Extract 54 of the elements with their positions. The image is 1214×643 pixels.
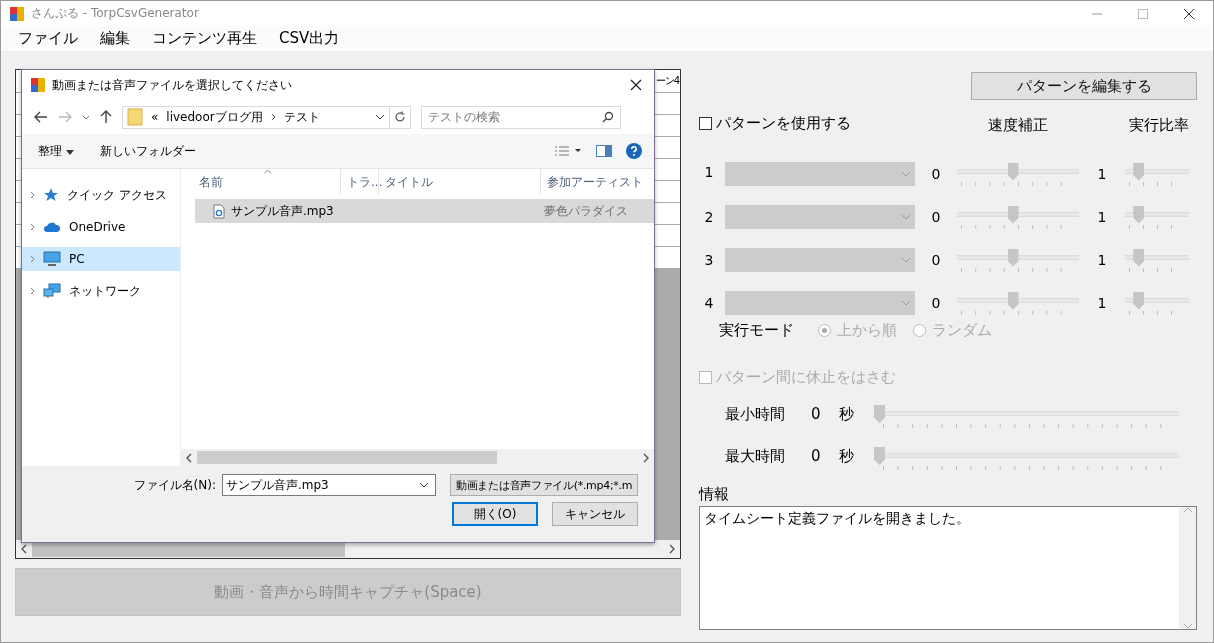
info-text-area[interactable]: タイムシート定義ファイルを開きました。 <box>699 506 1197 630</box>
column-header[interactable]: 参加アーティスト <box>541 169 643 195</box>
checkbox-label: パターン間に休止をはさむ <box>716 368 896 387</box>
run-mode-label: 実行モード <box>719 321 794 340</box>
nav-item[interactable]: クイック アクセス <box>22 183 180 207</box>
info-text: タイムシート定義ファイルを開きました。 <box>703 509 971 528</box>
time-value: 0 <box>811 405 822 423</box>
breadcrumb-item[interactable]: livedoorブログ用 <box>166 108 263 126</box>
ratio-value: 1 <box>1096 251 1108 268</box>
nav-item[interactable]: ネットワーク <box>22 279 180 303</box>
radio-label: 上から順 <box>837 321 897 340</box>
dialog-title: 動画または音声ファイルを選択してください <box>52 76 292 94</box>
row-number: 3 <box>703 251 715 268</box>
row-number: 4 <box>703 294 715 311</box>
unit-label: 秒 <box>839 446 855 466</box>
speed-value: 0 <box>930 208 942 225</box>
file-row[interactable]: サンプル音声.mp3 夢色パラダイス <box>195 199 654 223</box>
menu-item[interactable]: CSV出力 <box>271 29 348 49</box>
breadcrumb-item[interactable]: テスト <box>283 108 320 126</box>
column-header[interactable]: 名前 <box>181 169 341 195</box>
edit-pattern-button[interactable]: パターンを編集する <box>971 72 1197 100</box>
column-label: 実行比率 <box>1129 116 1189 135</box>
window-title: さんぷる - TorpCsvGenerator <box>31 5 199 23</box>
ratio-value: 1 <box>1096 208 1108 225</box>
filename-field[interactable]: サンプル音声.mp3 <box>222 474 436 496</box>
file-type-dropdown[interactable]: 動画または音声ファイル(*.mp4;*.m <box>450 474 638 496</box>
info-label: 情報 <box>699 485 730 504</box>
new-folder-button[interactable]: 新しいフォルダー <box>99 142 196 160</box>
speed-value: 0 <box>930 165 942 182</box>
row-number: 1 <box>703 163 715 180</box>
search-field[interactable]: テストの検索 <box>421 105 621 129</box>
nav-item[interactable]: PC <box>22 247 180 271</box>
cancel-button[interactable]: キャンセル <box>552 502 638 526</box>
column-label: 速度補正 <box>988 116 1048 135</box>
time-value: 0 <box>811 447 822 465</box>
checkbox-label: パターンを使用する <box>716 114 851 133</box>
speed-value: 0 <box>930 294 942 311</box>
nav-item[interactable]: OneDrive <box>22 215 180 239</box>
ratio-value: 1 <box>1096 165 1108 182</box>
open-button[interactable]: 開く(O) <box>452 502 538 526</box>
menu-item[interactable]: ファイル <box>10 29 86 49</box>
menu-item[interactable]: 編集 <box>92 29 138 49</box>
unit-label: 秒 <box>839 404 855 424</box>
row-number: 2 <box>703 208 715 225</box>
address-bar[interactable]: « livedoorブログ用 テスト <box>122 105 390 129</box>
ratio-value: 1 <box>1096 294 1108 311</box>
time-label: 最小時間 <box>725 404 786 424</box>
column-header[interactable]: ーン4 <box>655 70 680 92</box>
organize-menu[interactable]: 整理 <box>38 142 74 160</box>
menu-item[interactable]: コンテンツ再生 <box>144 29 265 49</box>
time-label: 最大時間 <box>725 446 786 466</box>
filename-label: ファイル名(N): <box>133 476 216 494</box>
radio-label: ランダム <box>932 321 992 340</box>
speed-value: 0 <box>930 251 942 268</box>
